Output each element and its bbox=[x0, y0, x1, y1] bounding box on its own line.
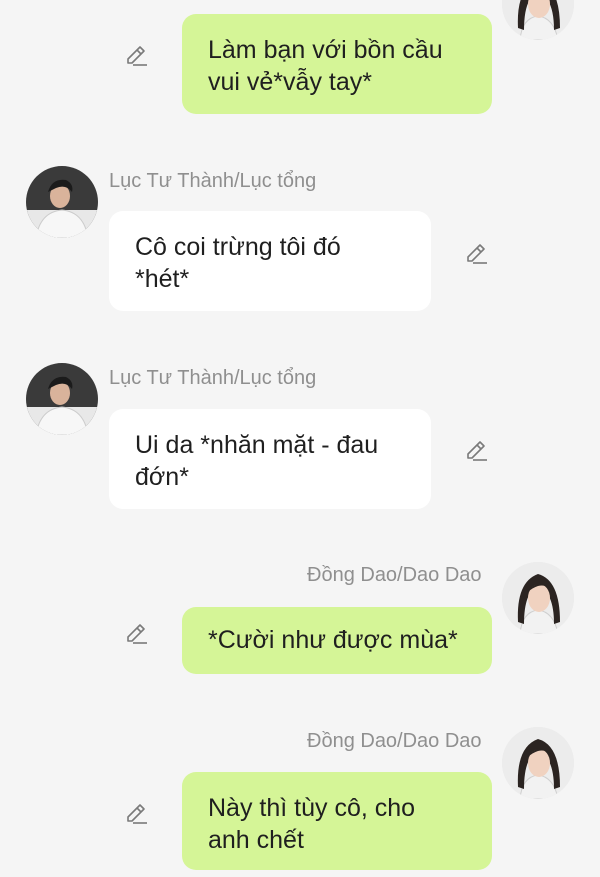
message-bubble[interactable]: Cô coi trừng tôi đó *hét* bbox=[109, 211, 431, 311]
pencil-edit-icon bbox=[467, 441, 488, 461]
message-line: đớn* bbox=[135, 463, 189, 491]
message-bubble[interactable]: Làm bạn với bồn cầu vui vẻ*vẫy tay* bbox=[182, 14, 492, 114]
message-line: *Cười như được mùa* bbox=[208, 626, 458, 654]
edit-icon[interactable] bbox=[463, 437, 491, 465]
message-line: Này thì tùy cô, cho bbox=[208, 794, 416, 822]
sender-name: Đồng Dao/Dao Dao bbox=[307, 564, 482, 586]
sender-avatar[interactable] bbox=[502, 0, 574, 40]
edit-icon[interactable] bbox=[123, 800, 151, 828]
pencil-edit-icon bbox=[127, 46, 148, 66]
sender-avatar[interactable] bbox=[26, 166, 98, 238]
message-line: *hét* bbox=[135, 265, 190, 293]
sender-name: Lục Tư Thành/Lục tổng bbox=[109, 170, 317, 192]
pencil-edit-icon bbox=[467, 244, 488, 264]
message-bubble[interactable]: Này thì tùy cô, cho anh chết bbox=[182, 772, 492, 870]
sender-avatar[interactable] bbox=[502, 727, 574, 799]
edit-icon[interactable] bbox=[463, 240, 491, 268]
sender-avatar[interactable] bbox=[26, 363, 98, 435]
pencil-edit-icon bbox=[127, 804, 148, 824]
message-bubble[interactable]: *Cười như được mùa* bbox=[182, 607, 492, 674]
message-line: vui vẻ*vẫy tay* bbox=[208, 68, 372, 96]
edit-icon[interactable] bbox=[123, 620, 151, 648]
sender-avatar[interactable] bbox=[502, 562, 574, 634]
edit-icon[interactable] bbox=[123, 42, 151, 70]
message-bubble[interactable]: Ui da *nhăn mặt - đau đớn* bbox=[109, 409, 431, 509]
sender-name: Đồng Dao/Dao Dao bbox=[307, 730, 482, 752]
message-line: anh chết bbox=[208, 826, 304, 854]
message-line: Ui da *nhăn mặt - đau bbox=[135, 431, 379, 459]
sender-name: Lục Tư Thành/Lục tổng bbox=[109, 367, 317, 389]
message-line: Làm bạn với bồn cầu bbox=[208, 36, 443, 64]
pencil-edit-icon bbox=[127, 624, 148, 644]
message-line: Cô coi trừng tôi đó bbox=[135, 233, 341, 261]
